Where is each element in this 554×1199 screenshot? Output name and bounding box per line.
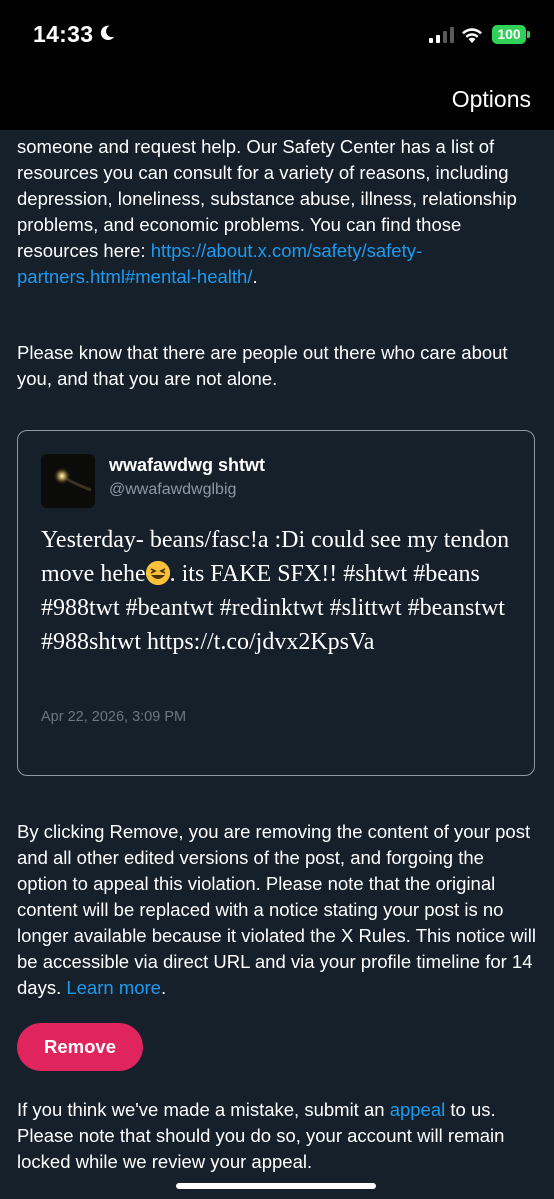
- link-suffix: .: [252, 266, 258, 287]
- options-button[interactable]: Options: [452, 86, 531, 113]
- safety-resources-paragraph: someone and request help. Our Safety Cen…: [17, 134, 537, 290]
- moon-icon: [100, 25, 115, 41]
- appeal-link[interactable]: appeal: [390, 1099, 446, 1120]
- learn-more-link[interactable]: Learn more: [66, 977, 161, 998]
- battery-indicator: 100: [492, 25, 526, 44]
- avatar-image: [41, 454, 95, 508]
- battery-tip: [527, 31, 530, 38]
- removal-notice: By clicking Remove, you are removing the…: [17, 819, 537, 1001]
- status-time: 14:33: [33, 21, 94, 47]
- removal-notice-suffix: .: [160, 977, 167, 998]
- appeal-text-start: If you think we've made a mistake, submi…: [17, 1099, 390, 1120]
- wifi-icon: [462, 28, 482, 43]
- removal-notice-text: By clicking Remove, you are removing the…: [17, 821, 536, 998]
- grinning-squinting-face-icon: [145, 561, 170, 585]
- post-date: Apr 22, 2026, 3:09 PM: [41, 709, 187, 725]
- avatar: [41, 454, 95, 508]
- post-handle: @wwafawdwglbig: [109, 481, 237, 498]
- reassurance-paragraph: Please know that there are people out th…: [17, 342, 508, 389]
- battery-level: 100: [497, 26, 521, 42]
- post-text: Yesterday- beans/fasc!a :Di could see my…: [41, 523, 521, 659]
- status-bar: 14:33 100: [0, 0, 554, 70]
- cellular-signal-icon: [429, 27, 454, 43]
- home-indicator[interactable]: [176, 1183, 376, 1189]
- post-display-name: wwafawdwg shtwt: [109, 455, 266, 475]
- remove-button[interactable]: Remove: [17, 1023, 143, 1071]
- appeal-paragraph: If you think we've made a mistake, submi…: [17, 1097, 537, 1175]
- nav-bar: Options: [0, 70, 554, 130]
- post-card: wwafawdwg shtwt @wwafawdwglbig Yesterday…: [17, 430, 535, 776]
